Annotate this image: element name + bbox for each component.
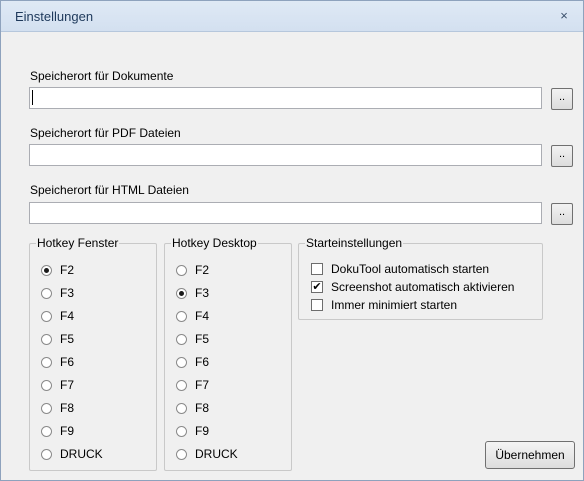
hotkey-desktop-option-f5[interactable]: F5 [176,331,209,347]
radio-button[interactable] [41,448,52,460]
checkbox[interactable] [311,263,323,275]
hotkey-window-option-druck[interactable]: DRUCK [41,446,103,462]
hotkey-desktop-option-f7[interactable]: F7 [176,377,209,393]
hotkey-window-option-f6[interactable]: F6 [41,354,74,370]
hotkey-desktop-option-f9[interactable]: F9 [176,423,209,439]
hotkey-desktop-option-f4[interactable]: F4 [176,308,209,324]
hotkey-desktop-option-f3[interactable]: F3 [176,285,209,301]
radio-button[interactable] [176,356,187,368]
hotkey-window-option-f9[interactable]: F9 [41,423,74,439]
radio-label: F6 [195,355,210,369]
hotkey-desktop-option-f6[interactable]: F6 [176,354,209,370]
documents-path-input[interactable] [29,87,542,109]
radio-button[interactable] [41,287,52,299]
pdf-path-input[interactable] [29,144,542,166]
html-browse-button[interactable]: .. [551,203,573,225]
pdf-browse-button[interactable]: .. [551,145,573,167]
html-path-input[interactable] [29,202,542,224]
hotkey-window-legend: Hotkey Fenster [37,236,119,250]
hotkey-window-option-f2[interactable]: F2 [41,262,74,278]
documents-path-label: Speicherort für Dokumente [30,69,174,83]
radio-button[interactable] [176,448,187,460]
hotkey-desktop-option-druck[interactable]: DRUCK [176,446,238,462]
hotkey-desktop-option-f8[interactable]: F8 [176,400,209,416]
radio-label: F8 [195,401,210,415]
checkbox-label: Immer minimiert starten [331,298,458,312]
startup-legend: Starteinstellungen [306,236,403,250]
radio-button[interactable] [41,333,52,345]
radio-button[interactable] [176,402,187,414]
documents-browse-button[interactable]: .. [551,88,573,110]
radio-label: F3 [195,286,210,300]
pdf-path-label: Speicherort für PDF Dateien [30,126,181,140]
hotkey-window-option-f7[interactable]: F7 [41,377,74,393]
radio-label: F2 [60,263,75,277]
radio-label: F7 [60,378,75,392]
radio-button[interactable] [176,333,187,345]
radio-label: F2 [195,263,210,277]
hotkey-desktop-legend: Hotkey Desktop [172,236,257,250]
checkbox-checked[interactable]: ✔ [311,281,323,293]
radio-button[interactable] [176,287,187,299]
radio-label: F4 [60,309,75,323]
hotkey-window-option-f3[interactable]: F3 [41,285,74,301]
window-title: Einstellungen [15,9,94,24]
radio-label: F5 [195,332,210,346]
text-caret [32,90,33,105]
html-path-label: Speicherort für HTML Dateien [30,183,189,197]
startup-option-2[interactable]: ✔ Screenshot automatisch aktivieren [311,279,514,295]
checkbox[interactable] [311,299,323,311]
hotkey-window-option-f4[interactable]: F4 [41,308,74,324]
startup-option-1[interactable]: DokuTool automatisch starten [311,261,489,277]
radio-button[interactable] [41,402,52,414]
checkbox-label: Screenshot automatisch aktivieren [331,280,515,294]
radio-label: F8 [60,401,75,415]
radio-label: F6 [60,355,75,369]
radio-button[interactable] [176,425,187,437]
radio-label: DRUCK [60,447,103,461]
radio-button[interactable] [41,379,52,391]
close-icon[interactable]: × [555,7,573,25]
apply-button[interactable]: Übernehmen [485,441,575,469]
radio-button[interactable] [176,264,187,276]
settings-dialog: Einstellungen × Speicherort für Dokument… [0,0,584,481]
radio-label: F4 [195,309,210,323]
radio-button[interactable] [41,356,52,368]
hotkey-window-option-f8[interactable]: F8 [41,400,74,416]
radio-label: F9 [60,424,75,438]
radio-button[interactable] [176,379,187,391]
checkbox-label: DokuTool automatisch starten [331,262,490,276]
startup-option-3[interactable]: Immer minimiert starten [311,297,457,313]
radio-label: F5 [60,332,75,346]
radio-button[interactable] [41,425,52,437]
radio-label: F3 [60,286,75,300]
hotkey-window-option-f5[interactable]: F5 [41,331,74,347]
radio-label: F7 [195,378,210,392]
title-bar: Einstellungen × [1,1,583,32]
radio-label: DRUCK [195,447,238,461]
radio-button[interactable] [176,310,187,322]
radio-button[interactable] [41,310,52,322]
radio-label: F9 [195,424,210,438]
radio-button[interactable] [41,264,52,276]
hotkey-desktop-option-f2[interactable]: F2 [176,262,209,278]
